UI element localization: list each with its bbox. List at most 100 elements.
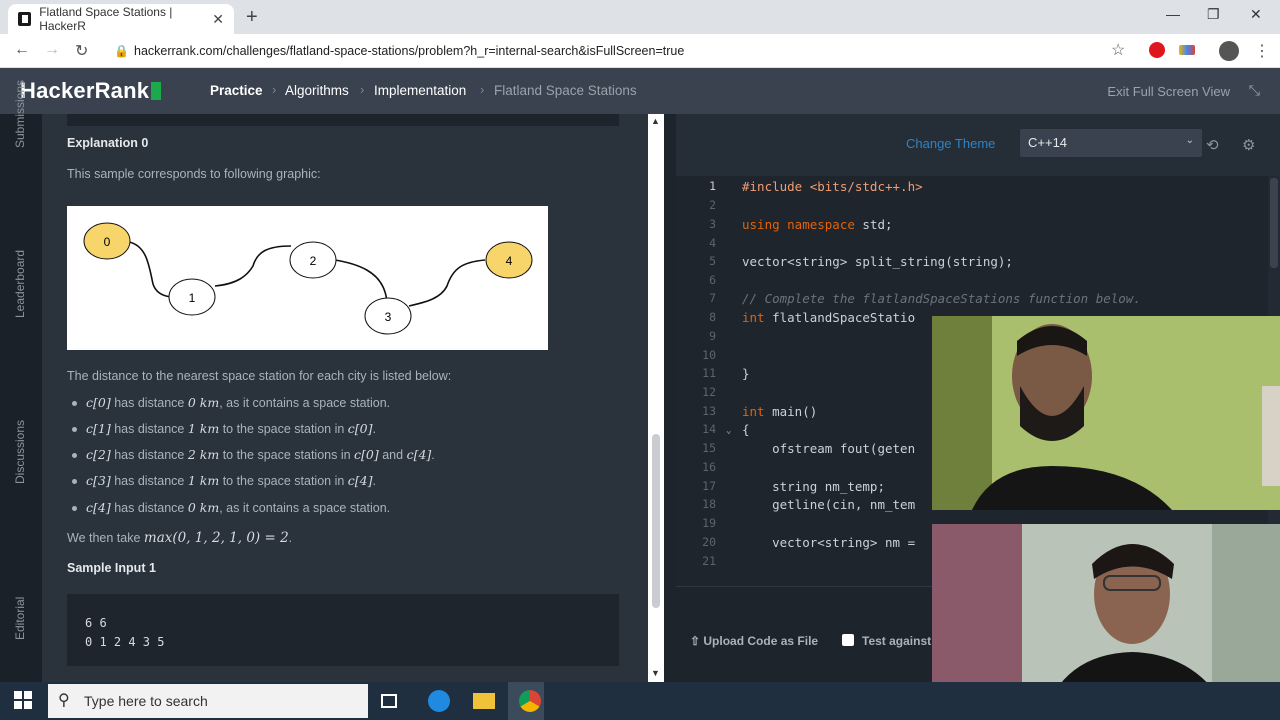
- math-city: c[4]: [347, 473, 373, 488]
- breadcrumb-practice[interactable]: Practice: [210, 83, 263, 98]
- line-number: 15: [702, 441, 716, 455]
- code-comment: // Complete the flatlandSpaceStations fu…: [742, 291, 1141, 306]
- bullet-text: .: [431, 448, 435, 462]
- extension-icon[interactable]: [1179, 45, 1195, 55]
- scroll-thumb[interactable]: [652, 434, 660, 608]
- line-number: 16: [702, 460, 716, 474]
- forward-arrow-icon[interactable]: →: [44, 41, 60, 59]
- bullet-text: to the space station in: [219, 474, 348, 488]
- back-arrow-icon[interactable]: ←: [14, 41, 30, 59]
- tab-discussions[interactable]: Discussions: [13, 420, 27, 484]
- hackerrank-header: HackerRank Practice › Algorithms › Imple…: [0, 68, 1280, 114]
- browser-menu-icon[interactable]: ⋮: [1254, 41, 1270, 61]
- math-city: c[4]: [86, 500, 111, 515]
- logo-text: HackerRank: [20, 78, 150, 103]
- bullet-text: has distance: [110, 474, 188, 488]
- test-custom-checkbox[interactable]: [842, 634, 854, 646]
- bookmark-star-icon[interactable]: ☆: [1111, 40, 1125, 60]
- math-city: c[1]: [86, 421, 111, 436]
- code-line: using namespace std;: [742, 217, 893, 232]
- bullet-text: has distance: [110, 501, 188, 515]
- math-city: c[0]: [354, 447, 379, 462]
- line-number: 6: [709, 273, 716, 287]
- maximize-button[interactable]: ❐: [1207, 6, 1220, 23]
- test-against-label: Test against: [862, 634, 932, 648]
- graph-edge: [408, 259, 486, 307]
- minimize-button[interactable]: —: [1166, 6, 1180, 22]
- breadcrumb-algorithms[interactable]: Algorithms: [285, 83, 349, 98]
- fold-chevron-icon[interactable]: ⌄: [726, 426, 731, 436]
- list-item: c[1] has distance 1 km to the space stat…: [72, 421, 376, 436]
- line-number: 10: [702, 348, 716, 362]
- browser-tab[interactable]: Flatland Space Stations | HackerR ✕: [8, 4, 234, 34]
- editor-scroll-thumb[interactable]: [1270, 178, 1278, 268]
- scroll-down-icon[interactable]: ▼: [651, 668, 660, 678]
- reload-icon[interactable]: ↻: [75, 41, 88, 61]
- change-theme-link[interactable]: Change Theme: [906, 136, 995, 151]
- conclusion-text: We then take: [67, 531, 144, 545]
- collapse-icon[interactable]: ⤡: [1249, 82, 1260, 99]
- tab-editorial[interactable]: Editorial: [13, 597, 27, 640]
- line-number: 18: [702, 497, 716, 511]
- problem-scrollbar[interactable]: ▲ ▼: [648, 114, 664, 682]
- code-line: vector<string> nm =: [742, 535, 915, 550]
- line-number: 19: [702, 516, 716, 530]
- scroll-up-icon[interactable]: ▲: [651, 116, 660, 126]
- code-token: string nm_temp;: [742, 479, 885, 494]
- tab-leaderboard[interactable]: Leaderboard: [13, 250, 27, 318]
- line-number: 3: [709, 217, 716, 231]
- restore-code-icon[interactable]: ⟲: [1206, 136, 1219, 154]
- webcam-feed-1: [932, 316, 1280, 510]
- browser-tabstrip: Flatland Space Stations | HackerR ✕ + — …: [0, 0, 1280, 34]
- profile-avatar[interactable]: [1219, 41, 1239, 61]
- webcam-image-1: [932, 316, 1280, 510]
- upload-code-button[interactable]: ⇧ Upload Code as File: [690, 634, 818, 648]
- code-line: {: [742, 422, 750, 437]
- sample-line: 6 6: [85, 616, 107, 630]
- edge-browser-icon[interactable]: [428, 690, 450, 712]
- language-select[interactable]: C++14 ⌄: [1020, 129, 1202, 157]
- bullet-text: to the space station in: [219, 422, 348, 436]
- upload-label: Upload Code as File: [703, 634, 819, 648]
- hackerrank-logo[interactable]: HackerRank: [20, 78, 162, 104]
- list-item: c[3] has distance 1 km to the space stat…: [72, 473, 376, 488]
- code-line: #include <bits/stdc++.h>: [742, 179, 923, 194]
- breadcrumb-implementation[interactable]: Implementation: [374, 83, 466, 98]
- sample-input-title: Sample Input 1: [67, 561, 156, 575]
- conclusion: We then take max(0, 1, 2, 1, 0) = 2.: [67, 530, 292, 546]
- windows-start-icon[interactable]: [14, 691, 32, 709]
- graph-svg: 0 1 2 3 4: [83, 222, 533, 335]
- line-number: 14: [702, 422, 716, 436]
- list-item: c[0] has distance 0 km, as it contains a…: [71, 395, 390, 410]
- opera-extension-icon[interactable]: [1149, 42, 1165, 58]
- math-city: c[4]: [406, 447, 432, 462]
- chevron-right-icon: ›: [480, 82, 485, 97]
- math-city: c[2]: [86, 447, 111, 462]
- line-number: 7: [709, 291, 716, 305]
- graph-edge: [214, 245, 292, 287]
- tab-submissions[interactable]: Submissions: [13, 80, 27, 148]
- code-line: ofstream fout(geten: [742, 441, 915, 456]
- taskbar-search-box[interactable]: ⚲ Type here to search: [48, 684, 368, 718]
- tab-close-icon[interactable]: ✕: [212, 11, 224, 28]
- language-value: C++14: [1028, 135, 1068, 150]
- prev-block: [67, 114, 619, 126]
- new-tab-button[interactable]: +: [246, 6, 258, 29]
- line-number: 21: [702, 554, 716, 568]
- math-city: c[0]: [347, 421, 373, 436]
- url-field[interactable]: 🔒 hackerrank.com/challenges/flatland-spa…: [110, 40, 1110, 62]
- node-label: 1: [189, 291, 196, 305]
- window-close-button[interactable]: ✕: [1250, 6, 1262, 23]
- settings-gear-icon[interactable]: ⚙: [1242, 136, 1255, 154]
- line-number: 11: [702, 366, 716, 380]
- chrome-icon[interactable]: [519, 690, 541, 712]
- file-explorer-icon[interactable]: [473, 693, 495, 709]
- sample-line: 0 1 2 4 3 5: [85, 635, 165, 649]
- url-text: hackerrank.com/challenges/flatland-space…: [134, 44, 685, 58]
- code-token: using namespace: [742, 217, 855, 232]
- node-label: 0: [104, 235, 111, 249]
- exit-fullscreen-link[interactable]: Exit Full Screen View: [1107, 84, 1230, 99]
- code-line: // Complete the flatlandSpaceStations fu…: [742, 291, 1141, 306]
- task-view-icon[interactable]: [381, 694, 397, 708]
- bullet-text: , as it contains a space station.: [219, 501, 391, 515]
